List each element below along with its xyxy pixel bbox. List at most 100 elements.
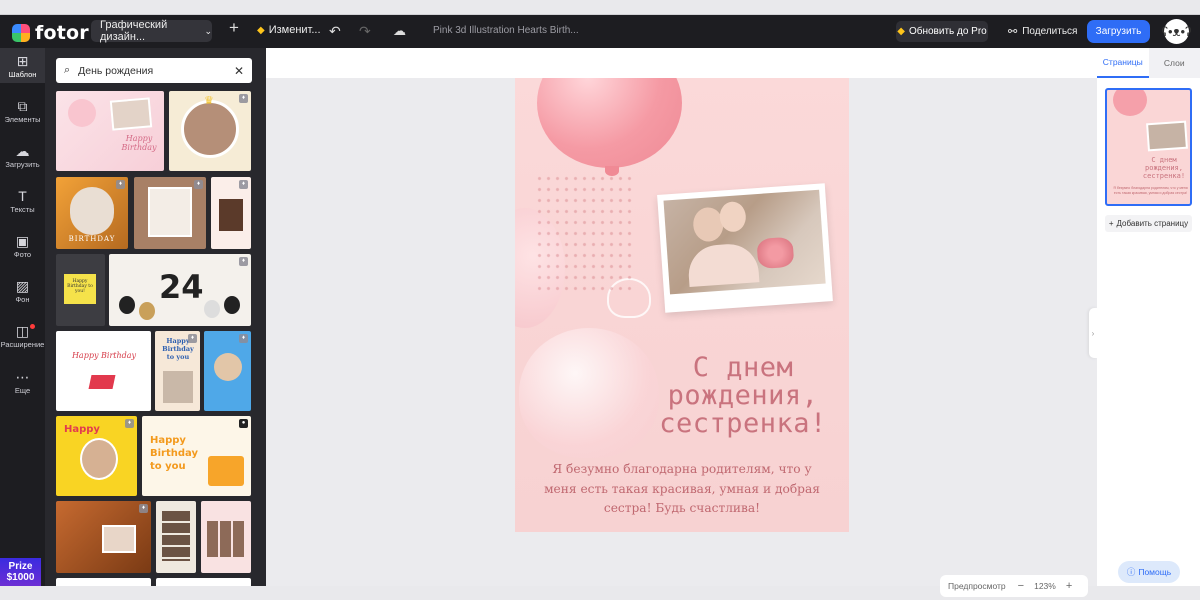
share-button[interactable]: ⚯ Поделиться xyxy=(1008,25,1077,38)
canvas-toolbar xyxy=(266,48,1097,78)
zoom-bar: Предпросмотр − 123% + xyxy=(940,575,1088,597)
template-thumb[interactable]: Happy Birthday to you ● xyxy=(142,416,251,496)
plus-icon: + xyxy=(1108,219,1114,228)
rail-label: Еще xyxy=(14,386,31,395)
elements-icon: ⧉ xyxy=(17,98,28,114)
zoom-level[interactable]: 123% xyxy=(1034,581,1056,591)
template-thumb[interactable]: ♦ xyxy=(56,501,151,573)
design-page[interactable]: С днем рождения, сестренка! Я безумно бл… xyxy=(515,78,849,532)
template-thumb[interactable] xyxy=(156,501,196,573)
rail-item-upload[interactable]: ☁ Загрузить xyxy=(0,143,45,169)
template-thumb[interactable] xyxy=(201,501,251,573)
rail-label: Шаблон xyxy=(8,70,37,79)
balloon-shape xyxy=(224,296,240,314)
rail-label: Элементы xyxy=(4,115,41,124)
help-button[interactable]: ⓘ Помощь xyxy=(1118,561,1180,583)
balloon-shape xyxy=(1113,90,1147,116)
rail-label: Фото xyxy=(13,250,32,259)
upgrade-pro-button[interactable]: ◆ Обновить до Pro xyxy=(896,21,988,42)
notification-dot xyxy=(30,324,35,329)
premium-icon: ♦ xyxy=(239,257,248,266)
rail-item-text[interactable]: T Тексты xyxy=(0,188,45,214)
resize-button[interactable]: ◆ Изменит... xyxy=(257,24,321,36)
balloon-shape xyxy=(68,99,96,127)
right-panel: Страницы Слои С днем рождения, сестренка… xyxy=(1097,48,1200,586)
search-icon: ⌕ xyxy=(64,64,71,76)
crown-icon: ♛ xyxy=(204,95,214,107)
headline-line-3[interactable]: сестренка! xyxy=(643,410,843,438)
template-thumb[interactable]: Happy ♦ xyxy=(56,416,137,496)
photo-frame xyxy=(163,371,193,403)
zoom-out-icon[interactable]: − xyxy=(1018,580,1024,592)
premium-icon: ♦ xyxy=(188,334,197,343)
template-thumb[interactable]: Happy Birthday to you ♦ xyxy=(155,331,200,411)
glass-heart xyxy=(519,328,659,458)
fotor-logo[interactable]: fotor xyxy=(12,22,89,44)
add-icon[interactable]: + xyxy=(229,19,239,36)
extension-icon: ◫ xyxy=(15,323,30,339)
add-page-button[interactable]: + Добавить страницу xyxy=(1105,215,1192,232)
thumb-text: Happy Birthday xyxy=(71,351,137,360)
thumb-text: Happy Birthday to you xyxy=(150,435,198,472)
share-label: Поделиться xyxy=(1022,26,1078,37)
headline-line-1[interactable]: С днем xyxy=(643,354,843,382)
page-thumbnail[interactable]: С днем рождения, сестренка! Я безумно бл… xyxy=(1105,88,1192,206)
rail-item-background[interactable]: ▨ Фон xyxy=(0,278,45,304)
template-thumb[interactable]: Happy Birthday xyxy=(56,91,164,171)
avatar[interactable]: ʕ•ᴥ•ʔ xyxy=(1162,19,1192,44)
portrait-circle xyxy=(214,353,242,381)
template-thumb[interactable]: Happy Birthday xyxy=(56,331,151,411)
thumb-text: 24 xyxy=(159,268,204,306)
zoom-in-icon[interactable]: + xyxy=(1066,580,1072,592)
rail-item-photo[interactable]: ▣ Фото xyxy=(0,233,45,259)
share-icon: ⚯ xyxy=(1008,26,1018,38)
cloud-save-icon[interactable]: ☁ xyxy=(393,23,406,39)
search-input[interactable] xyxy=(78,64,219,77)
headline-line-2[interactable]: рождения, xyxy=(643,382,843,410)
template-thumb[interactable] xyxy=(56,578,151,586)
document-title[interactable]: Pink 3d Illustration Hearts Birth... xyxy=(433,25,579,36)
body-text[interactable]: Я безумно благодарна родителям, что у ме… xyxy=(535,460,829,519)
tab-pages[interactable]: Страницы xyxy=(1097,48,1149,78)
tab-layers[interactable]: Слои xyxy=(1148,48,1200,78)
template-thumb[interactable]: 24 ♦ xyxy=(109,254,251,326)
template-thumb[interactable] xyxy=(156,578,251,586)
rail-item-template[interactable]: ⊞ Шаблон xyxy=(0,48,45,83)
portrait-circle xyxy=(80,438,118,480)
template-thumb[interactable]: ♛ ♦ xyxy=(169,91,251,171)
premium-icon: ♦ xyxy=(116,180,125,189)
design-type-dropdown[interactable]: Графический дизайн... ⌄ xyxy=(91,19,212,43)
photo-frame xyxy=(102,525,136,553)
photo-grid xyxy=(162,511,190,561)
polaroid-photo[interactable] xyxy=(657,183,833,313)
design-type-label: Графический дизайн... xyxy=(100,19,168,43)
download-button[interactable]: Загрузить xyxy=(1087,20,1150,43)
premium-icon: ♦ xyxy=(194,180,203,189)
rail-item-extension[interactable]: ◫ Расширение xyxy=(0,323,45,349)
portrait-circle xyxy=(181,100,239,158)
template-thumb[interactable]: ♦ xyxy=(134,177,206,249)
clear-search-icon[interactable]: ✕ xyxy=(234,64,244,78)
premium-icon: ♦ xyxy=(239,94,248,103)
collapse-right-panel-handle[interactable]: › xyxy=(1089,308,1097,358)
thumb-text: Happy Birthday to you! xyxy=(67,279,93,294)
balloon-shape xyxy=(119,296,135,314)
template-thumb[interactable]: ♦ xyxy=(211,177,251,249)
app-window: fotor Графический дизайн... ⌄ + ◆ Измени… xyxy=(0,14,1200,597)
flowers-shape xyxy=(756,236,795,270)
rail-item-more[interactable]: ⋯ Еще xyxy=(0,369,45,395)
help-icon: ⓘ xyxy=(1126,567,1136,577)
redo-icon[interactable]: ↷ xyxy=(359,23,371,39)
undo-icon[interactable]: ↶ xyxy=(329,23,341,39)
photo-image xyxy=(663,189,826,295)
premium-icon: ● xyxy=(239,419,248,428)
rail-item-elements[interactable]: ⧉ Элементы xyxy=(0,98,45,124)
diamond-icon: ◆ xyxy=(897,26,905,37)
template-thumb[interactable]: BIRTHDAY ♦ xyxy=(56,177,128,249)
prize-banner[interactable]: Prize $1000 xyxy=(0,558,41,586)
template-thumb[interactable]: Happy Birthday to you! xyxy=(56,254,105,326)
photo-grid xyxy=(207,521,245,557)
diamond-icon: ◆ xyxy=(257,24,265,36)
preview-button[interactable]: Предпросмотр xyxy=(948,581,1006,591)
template-thumb[interactable]: ♦ xyxy=(204,331,251,411)
